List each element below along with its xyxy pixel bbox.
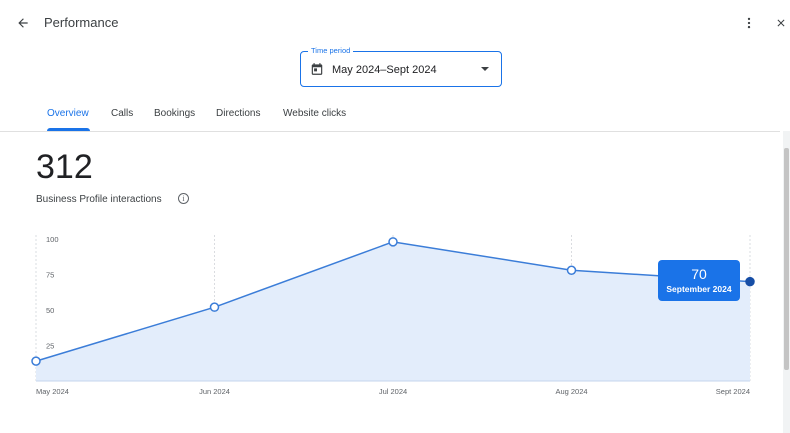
y-tick-label: 100 (46, 235, 59, 244)
active-tab-indicator (47, 128, 90, 131)
data-point (31, 356, 41, 366)
time-period-label: Time period (308, 46, 354, 56)
more-vert-icon (747, 17, 751, 29)
interactions-chart: 100 75 50 25 May 2024 Jun 2024 Jul 2024 Aug 202… (31, 235, 755, 396)
time-period-select[interactable]: Time period May 2024–Sept 2024 (300, 46, 502, 87)
chart-tooltip: 70 September 2024 (658, 260, 740, 301)
x-tick-label: Sept 2024 (716, 387, 750, 396)
tab-website-clicks[interactable]: Website clicks (283, 108, 346, 119)
interactions-total: 312 (36, 148, 93, 186)
tab-overview[interactable]: Overview (47, 108, 89, 119)
scrollbar-thumb[interactable] (784, 148, 789, 370)
back-button[interactable] (12, 12, 34, 34)
tab-directions[interactable]: Directions (216, 108, 260, 119)
calendar-icon (311, 63, 323, 75)
data-point (209, 302, 220, 312)
arrow-back-icon (18, 18, 28, 28)
dropdown-arrow-icon (481, 67, 489, 71)
x-tick-label: Aug 2024 (555, 387, 587, 396)
tooltip-value: 70 (691, 266, 707, 282)
y-tick-label: 50 (46, 306, 54, 315)
y-tick-label: 25 (46, 342, 54, 351)
page-title: Performance (44, 15, 119, 30)
tab-calls[interactable]: Calls (111, 108, 133, 119)
close-icon (777, 19, 785, 27)
y-tick-label: 75 (46, 271, 54, 280)
time-period-value: May 2024–Sept 2024 (332, 64, 437, 76)
data-point (566, 265, 577, 275)
tooltip-date: September 2024 (666, 284, 732, 294)
data-point-selected (745, 276, 755, 287)
x-tick-label: Jul 2024 (379, 387, 407, 396)
tab-bar: Overview Calls Bookings Directions Websi… (0, 100, 780, 132)
area-fill (36, 241, 750, 381)
data-point (388, 237, 398, 247)
info-icon[interactable]: i (178, 193, 189, 204)
more-options-button[interactable] (738, 12, 760, 34)
metric-label: Business Profile interactions (36, 194, 162, 205)
x-tick-label: May 2024 (36, 387, 69, 396)
close-button[interactable] (770, 12, 790, 34)
tab-bookings[interactable]: Bookings (154, 108, 195, 119)
x-tick-label: Jun 2024 (199, 387, 230, 396)
